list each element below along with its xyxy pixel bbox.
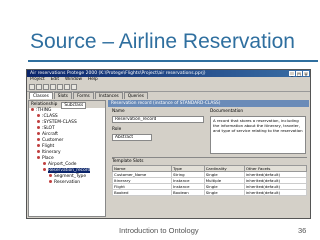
- tree-item-label: Itinerary: [42, 150, 61, 155]
- name-label: Name: [112, 109, 125, 114]
- menu-edit[interactable]: Edit: [51, 77, 59, 83]
- tree-item[interactable]: Reservation: [29, 180, 105, 186]
- protege-window: Air reservations Protege 2000 (K:\Proteg…: [26, 69, 311, 219]
- class-tree: :THING:CLASS:SYSTEM-CLASS:SLOT Aircraft Cu…: [29, 108, 105, 186]
- tree-item-label: :THING: [36, 108, 52, 113]
- tab-instances[interactable]: Instances: [94, 92, 123, 99]
- documentation-label: Documentation: [210, 109, 244, 114]
- class-node-icon: [37, 132, 40, 135]
- tree-item-label: Segment_Type: [54, 174, 87, 179]
- window-controls: _ □ ×: [289, 71, 309, 77]
- table-cell: Booked: [111, 189, 173, 196]
- class-node-icon: [37, 114, 40, 117]
- new-project-icon[interactable]: [29, 84, 35, 90]
- class-node-icon: [37, 156, 40, 159]
- name-field[interactable]: Reservation_record: [112, 116, 204, 123]
- class-node-icon: [37, 138, 40, 141]
- class-node-icon: [49, 180, 52, 183]
- window-title-bar: Air reservations Protege 2000 (K:\Proteg…: [27, 70, 310, 77]
- cut-icon[interactable]: [50, 84, 56, 90]
- class-hierarchy-header: Relationship Subclass: [29, 101, 105, 109]
- class-editor-header: Reservation record (instance of STANDARD…: [108, 100, 309, 107]
- template-slots-header: Template Slots: [112, 157, 307, 165]
- tree-item-label: :CLASS: [42, 114, 58, 119]
- tree-item-label: Flight: [42, 144, 55, 149]
- class-hierarchy-pane: Relationship Subclass :THING:CLASS:SYSTE…: [28, 100, 106, 217]
- tab-slots[interactable]: Slots: [53, 92, 72, 99]
- undo-icon[interactable]: [71, 84, 77, 90]
- tab-forms[interactable]: Forms: [73, 92, 94, 99]
- paste-icon[interactable]: [64, 84, 70, 90]
- relationship-label: Relationship: [31, 102, 58, 107]
- title-divider: [28, 60, 318, 62]
- class-node-icon: [37, 144, 40, 147]
- maximize-icon[interactable]: □: [296, 71, 302, 77]
- tab-classes[interactable]: Classes: [29, 92, 53, 99]
- close-icon[interactable]: ×: [303, 71, 309, 77]
- relationship-dropdown[interactable]: Subclass: [61, 101, 87, 109]
- table-row[interactable]: Customer_Name String Single inherited(defau…: [111, 171, 308, 178]
- save-project-icon[interactable]: [43, 84, 49, 90]
- tree-item-label: Airport_Code: [48, 162, 77, 167]
- page-number: 36: [298, 226, 307, 235]
- window-title: Air reservations Protege 2000 (K:\Proteg…: [30, 71, 206, 76]
- tree-item-label: Place: [42, 156, 54, 161]
- open-project-icon[interactable]: [36, 84, 42, 90]
- table-cell: Single: [203, 189, 245, 196]
- copy-icon[interactable]: [57, 84, 63, 90]
- documentation-textarea[interactable]: A record that stores a reservation, incl…: [210, 116, 306, 154]
- tab-queries[interactable]: Queries: [123, 92, 148, 99]
- table-cell: Boolean: [171, 189, 205, 196]
- slide-footer: Introduction to Ontology: [119, 226, 199, 235]
- menu-project[interactable]: Project: [30, 77, 45, 83]
- tree-item-label: Customer: [42, 138, 64, 143]
- role-dropdown[interactable]: Abstract: [112, 134, 152, 141]
- toolbar: [27, 83, 310, 92]
- template-slots-table: Name Type Cardinality Other Facets Custo…: [111, 165, 308, 196]
- menu-help[interactable]: Help: [88, 77, 98, 83]
- class-node-icon: [37, 120, 40, 123]
- class-editor-pane: Reservation record (instance of STANDARD…: [108, 100, 309, 217]
- tree-item-label: :SLOT: [42, 126, 55, 131]
- slide-title: Source – Airline Reservation: [30, 30, 295, 53]
- minimize-icon[interactable]: _: [289, 71, 295, 77]
- class-node-icon: [43, 162, 46, 165]
- class-node-icon: [37, 126, 40, 129]
- menu-window[interactable]: Window: [65, 77, 82, 83]
- table-row[interactable]: Booked Boolean Single inherited(default): [111, 189, 308, 196]
- class-node-icon: [31, 108, 34, 111]
- tab-bar: Classes Slots Forms Instances Queries: [27, 92, 310, 99]
- table-cell: inherited(default): [243, 189, 308, 196]
- tree-item-label: Reservation: [54, 180, 81, 185]
- role-label: Role: [112, 127, 122, 132]
- tree-item-label: Aircraft: [42, 132, 59, 137]
- class-node-icon: [49, 174, 52, 177]
- tree-item-label: Reservation_record: [48, 168, 91, 173]
- tree-item-label: :SYSTEM-CLASS: [42, 120, 77, 125]
- class-node-icon: [43, 168, 46, 171]
- class-node-icon: [37, 150, 40, 153]
